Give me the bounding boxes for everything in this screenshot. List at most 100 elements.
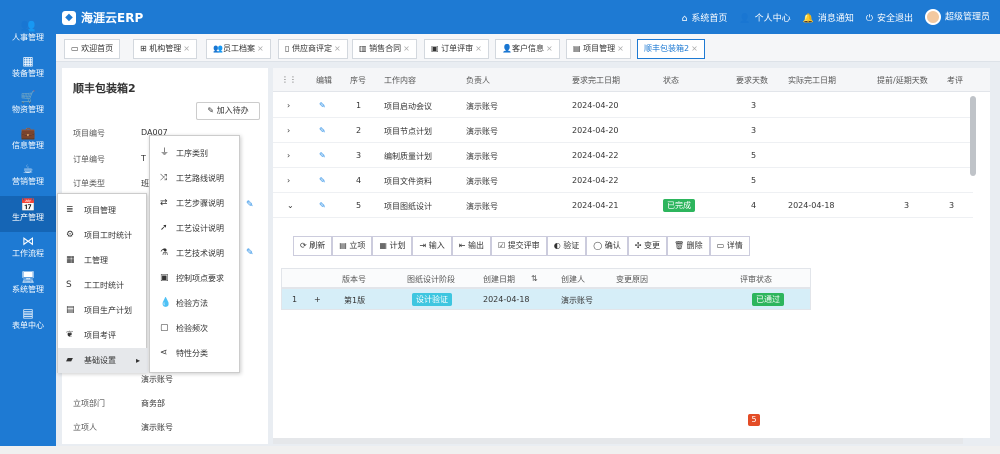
close-icon[interactable]: × xyxy=(691,44,698,53)
drag-handle-icon[interactable]: ⋮⋮ xyxy=(281,75,297,84)
delete-button[interactable]: 🗑 删除 xyxy=(666,236,710,256)
tab-supplier[interactable]: ▯ 供应商评定 × xyxy=(278,39,348,59)
horizontal-scrollbar[interactable] xyxy=(273,438,963,444)
menu-item-basic-settings[interactable]: ▰ 基础设置 ▸ xyxy=(58,348,148,373)
cell-no: 5 xyxy=(356,201,362,210)
sidebar-item-materials[interactable]: 🛒 物资管理 xyxy=(0,88,56,124)
menu-item-project-eval[interactable]: ❦ 项目考评 xyxy=(58,323,148,348)
table-row[interactable]: › ✎ 3 编制质量计划 演示账号 2024-04-22 5 xyxy=(273,143,973,168)
submenu-item-steps[interactable]: ⇄ 工艺步骤说明 xyxy=(150,191,241,216)
confirm-button[interactable]: ◯ 确认 xyxy=(586,236,628,256)
table-row-expanded[interactable]: ⌄ ✎ 5 项目图纸设计 演示账号 2024-04-21 已完成 4 2024-… xyxy=(273,193,973,218)
refresh-button[interactable]: ⟳ 刷新 xyxy=(293,236,333,256)
messages-link[interactable]: 🔔 消息通知 xyxy=(803,11,854,24)
tab-project[interactable]: ▤ 项目管理 × xyxy=(566,39,631,59)
close-icon[interactable]: × xyxy=(257,44,264,53)
field-value: 演示账号 xyxy=(141,423,173,432)
logout-link[interactable]: ⏻ 安全退出 xyxy=(866,11,913,24)
bell-icon: 🔔 xyxy=(802,13,814,24)
sidebar-item-marketing[interactable]: ☕ 营销管理 xyxy=(0,160,56,196)
menu-item-production-plan[interactable]: ▤ 项目生产计划 xyxy=(58,298,148,323)
detail-button[interactable]: ▭ 详情 xyxy=(709,236,750,256)
tab-org[interactable]: ⊞ 机构管理 × xyxy=(133,39,197,59)
subgrid-row[interactable]: 1 + 第1版 设计验证 2024-04-18 演示账号 已通过 xyxy=(281,288,811,310)
edit-icon[interactable]: ✎ xyxy=(319,101,326,110)
tab-contract[interactable]: ▥ 销售合同 × xyxy=(352,39,417,59)
app-logo[interactable]: ◆ 海涯云ERP xyxy=(62,9,143,26)
html5-icon[interactable]: 5 xyxy=(748,414,760,426)
sidebar-item-system[interactable]: 🖥 系统管理 xyxy=(0,268,56,304)
plan-button[interactable]: ▦ 计划 xyxy=(372,236,413,256)
edit-icon[interactable]: ✎ xyxy=(246,200,254,210)
submenu-item-feature-class[interactable]: ⋖ 特性分类 xyxy=(150,341,241,366)
close-icon[interactable]: × xyxy=(403,44,410,53)
submenu-item-inspection-freq[interactable]: ▢ 检验频次 xyxy=(150,316,241,341)
submenu-item-control[interactable]: ▣ 控制项点要求 xyxy=(150,266,241,291)
output-button[interactable]: ⇤ 输出 xyxy=(451,236,491,256)
verify-button[interactable]: ◐ 验证 xyxy=(546,236,587,256)
cell-no: 1 xyxy=(356,101,362,110)
menu-item-work-mgmt[interactable]: ▦ 工管理 xyxy=(58,248,148,273)
chevron-right-icon[interactable]: › xyxy=(287,151,290,160)
sidebar-item-forms[interactable]: ▤ 表单中心 xyxy=(0,304,56,340)
tab-customer[interactable]: 👤客户信息 × xyxy=(495,39,560,59)
close-icon[interactable]: × xyxy=(183,44,190,53)
submenu-item-process-category[interactable]: ⏚ 工序类别 xyxy=(150,141,241,166)
tab-staff[interactable]: 👥员工档案 × xyxy=(206,39,271,59)
table-row[interactable]: › ✎ 2 项目节点计划 演示账号 2024-04-20 3 xyxy=(273,118,973,143)
basic-settings-submenu: ⏚ 工序类别 ⤨ 工艺路线说明 ⇄ 工艺步骤说明 ➚ 工艺设计说明 ⚗ 工艺技术说明 ▣ 控… xyxy=(149,135,240,373)
cell-days: 5 xyxy=(751,151,757,160)
edit-icon[interactable]: ✎ xyxy=(319,126,326,135)
menu-item-work-hours[interactable]: S 工工时统计 xyxy=(58,273,148,298)
create-button[interactable]: ▤ 立项 xyxy=(332,236,373,256)
sidebar-item-info[interactable]: 💼 信息管理 xyxy=(0,124,56,160)
user-menu[interactable]: 超级管理员 xyxy=(924,9,990,25)
contract-icon: ▥ xyxy=(359,44,370,53)
table-row[interactable]: › ✎ 4 项目文件资料 演示账号 2024-04-22 5 xyxy=(273,168,973,193)
close-icon[interactable]: × xyxy=(475,44,482,53)
submenu-item-inspection-method[interactable]: 💧 检验方法 xyxy=(150,291,241,316)
edit-icon[interactable]: ✎ xyxy=(319,201,326,210)
shuffle-icon: ⤨ xyxy=(160,173,168,183)
sort-icon[interactable]: ⇅ xyxy=(531,274,538,283)
tab-welcome[interactable]: ▭ 欢迎首页 xyxy=(64,39,121,59)
profile-link[interactable]: 👤 个人中心 xyxy=(739,11,790,24)
input-button[interactable]: ⇥ 输入 xyxy=(412,236,452,256)
submenu-item-design[interactable]: ➚ 工艺设计说明 xyxy=(150,216,241,241)
tab-shunfeng[interactable]: 顺丰包装箱2 × xyxy=(637,39,705,59)
close-icon[interactable]: × xyxy=(617,44,624,53)
sidebar-item-equipment[interactable]: ▦ 装备管理 xyxy=(0,52,56,88)
cell-work: 项目文件资料 xyxy=(384,177,432,186)
chevron-right-icon[interactable]: › xyxy=(287,126,290,135)
submenu-item-route[interactable]: ⤨ 工艺路线说明 xyxy=(150,166,241,191)
tab-order-review[interactable]: ▣ 订单评审 × xyxy=(424,39,489,59)
close-icon[interactable]: × xyxy=(546,44,553,53)
cell-owner: 演示账号 xyxy=(466,177,498,186)
submenu-item-tech[interactable]: ⚗ 工艺技术说明 xyxy=(150,241,241,266)
menu-item-project-hours[interactable]: ⚙ 项目工时统计 xyxy=(58,223,148,248)
chevron-right-icon[interactable]: › xyxy=(287,101,290,110)
menu-item-project-mgmt[interactable]: ≣ 项目管理 xyxy=(58,198,148,223)
plus-icon[interactable]: + xyxy=(314,295,321,304)
sidebar-item-workflow[interactable]: ⋈ 工作流程 xyxy=(0,232,56,268)
sidebar-item-production[interactable]: 📅 生产管理 xyxy=(0,196,56,232)
chevron-down-icon[interactable]: ⌄ xyxy=(287,201,294,210)
col-date: 创建日期 xyxy=(483,275,515,284)
vertical-scrollbar[interactable] xyxy=(970,96,976,176)
cell-version: 第1版 xyxy=(344,296,366,305)
cell-date: 2024-04-18 xyxy=(483,295,530,304)
edit-icon[interactable]: ✎ xyxy=(319,151,326,160)
close-icon[interactable]: × xyxy=(334,44,341,53)
chevron-right-icon[interactable]: › xyxy=(287,176,290,185)
home-link[interactable]: ⌂ 系统首页 xyxy=(682,11,728,24)
edit-icon[interactable]: ✎ xyxy=(246,248,254,258)
add-todo-button[interactable]: ✎ 加入待办 xyxy=(196,102,260,120)
edit-icon[interactable]: ✎ xyxy=(319,176,326,185)
change-button[interactable]: ✣ 变更 xyxy=(627,236,667,256)
submit-review-button[interactable]: ☑ 提交评审 xyxy=(490,236,547,256)
status-bar xyxy=(0,446,1000,454)
subgrid-header: 版本号 图纸设计阶段 创建日期 ⇅ 创建人 变更原因 评审状态 xyxy=(281,268,811,288)
avatar xyxy=(924,9,941,25)
table-row[interactable]: › ✎ 1 项目启动会议 演示账号 2024-04-20 3 xyxy=(273,93,973,118)
sidebar-item-hr[interactable]: 👥 人事管理 xyxy=(0,16,56,52)
